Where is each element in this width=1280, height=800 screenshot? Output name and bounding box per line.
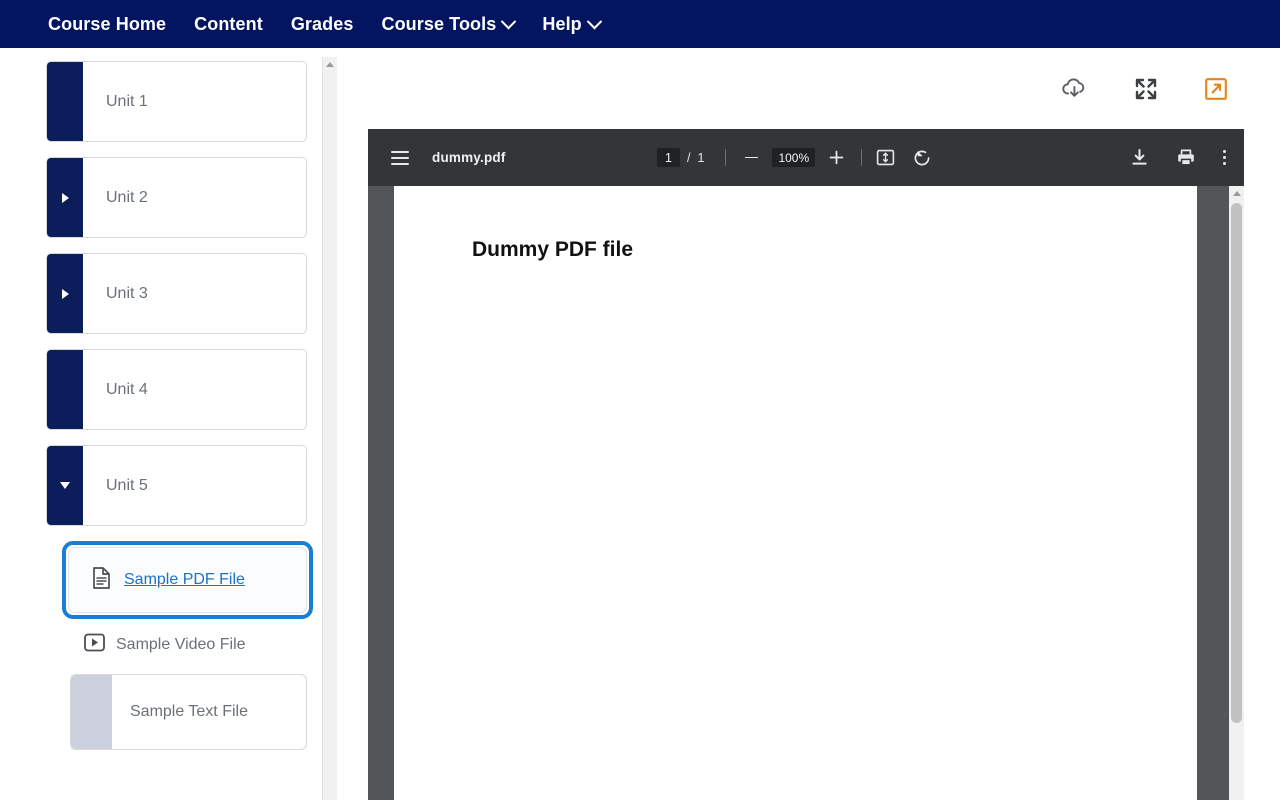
pdf-filename: dummy.pdf [432,150,506,165]
nav-course-home[interactable]: Course Home [48,14,166,35]
unit-1-label: Unit 1 [83,62,148,141]
nav-help-label: Help [542,14,581,35]
page-body: Unit 1 Unit 2 Unit 3 Unit 4 Unit 5 [0,48,1280,800]
more-options-icon[interactable] [1223,150,1226,165]
chevron-down-icon [60,482,70,489]
zoom-level-value[interactable]: 100% [772,148,815,167]
print-icon[interactable] [1176,148,1196,167]
sample-pdf-file-link[interactable]: Sample PDF File [124,571,245,589]
pdf-toolbar: dummy.pdf 1 / 1 100% [368,129,1244,186]
sidebar-item-unit-4[interactable]: Unit 4 [46,349,307,430]
pdf-viewer: dummy.pdf 1 / 1 100% [368,129,1244,800]
unit-band [47,62,83,141]
page-number-input[interactable]: 1 [657,148,680,167]
sample-text-file-label: Sample Text File [112,675,248,749]
cloud-download-icon[interactable] [1061,77,1088,101]
sidebar-item-unit-1[interactable]: Unit 1 [46,61,307,142]
scroll-up-arrow-icon[interactable] [1233,191,1241,196]
sidebar-item-sample-text-file[interactable]: Sample Text File [70,674,307,750]
unit-band [47,254,83,333]
chevron-down-icon [501,13,517,29]
open-external-icon[interactable] [1204,77,1228,101]
unit-band [47,446,83,525]
pdf-document-heading: Dummy PDF file [472,238,1197,262]
chevron-right-icon [62,289,69,299]
sidebar-item-unit-3[interactable]: Unit 3 [46,253,307,334]
chevron-right-icon [62,193,69,203]
unit-band [47,158,83,237]
nav-course-home-label: Course Home [48,14,166,35]
sample-pdf-file-card-inner: Sample PDF File [68,547,307,613]
content-pane: dummy.pdf 1 / 1 100% [337,48,1280,800]
unit-band [47,350,83,429]
pdf-vertical-scrollbar[interactable] [1229,186,1244,800]
chevron-down-icon [586,13,602,29]
viewer-actions-toolbar [337,48,1280,129]
expand-icon[interactable] [1134,77,1158,101]
pdf-toolbar-actions [1130,148,1226,167]
unit-3-label: Unit 3 [83,254,148,333]
fit-to-page-button[interactable] [876,148,895,167]
pdf-page: Dummy PDF file [394,186,1197,800]
text-file-band [71,675,112,749]
page-separator: / [680,151,697,165]
zoom-out-button[interactable] [740,147,762,169]
page-total: 1 [697,151,711,165]
unit-2-label: Unit 2 [83,158,148,237]
nav-grades-label: Grades [291,14,354,35]
nav-grades[interactable]: Grades [291,14,354,35]
video-play-icon [84,633,105,657]
nav-course-tools[interactable]: Course Tools [381,14,514,35]
scroll-up-arrow-icon[interactable] [326,62,334,67]
rotate-button[interactable] [912,148,932,168]
sidebar-item-unit-5[interactable]: Unit 5 [46,445,307,526]
zoom-in-button[interactable] [825,147,847,169]
hamburger-menu-icon[interactable] [391,151,409,165]
minus-icon [745,157,758,159]
sidebar-item-sample-video-file[interactable]: Sample Video File [84,627,337,663]
toolbar-divider [861,149,862,166]
course-content-sidebar: Unit 1 Unit 2 Unit 3 Unit 4 Unit 5 [0,48,337,800]
nav-help[interactable]: Help [542,14,599,35]
nav-content-label: Content [194,14,263,35]
download-icon[interactable] [1130,148,1149,167]
document-icon [92,567,111,594]
nav-content[interactable]: Content [194,14,263,35]
unit-4-label: Unit 4 [83,350,148,429]
top-navigation-bar: Course Home Content Grades Course Tools … [0,0,1280,48]
sidebar-item-unit-2[interactable]: Unit 2 [46,157,307,238]
pdf-page-controls: 1 / 1 100% [657,147,932,169]
unit-5-label: Unit 5 [83,446,148,525]
nav-course-tools-label: Course Tools [381,14,496,35]
toolbar-divider [725,149,726,166]
scrollbar-thumb[interactable] [1231,203,1242,723]
sidebar-item-sample-pdf-file[interactable]: Sample PDF File [62,541,313,619]
sample-video-file-label: Sample Video File [116,636,246,654]
sidebar-scrollbar[interactable] [322,57,337,800]
